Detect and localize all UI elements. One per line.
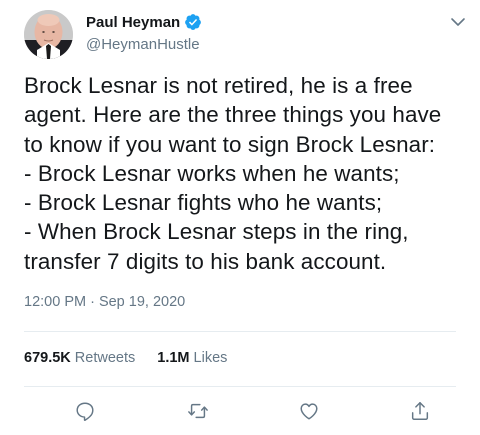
divider — [24, 331, 456, 332]
verified-badge-icon — [184, 13, 202, 31]
tweet-text-line: agent. Here are the three things you hav… — [24, 102, 442, 128]
tweet-text-line: - When Brock Lesnar steps in the ring, — [24, 219, 409, 245]
retweet-icon[interactable] — [187, 400, 209, 422]
tweet-timestamp[interactable]: 12:00 PM · Sep 19, 2020 — [24, 294, 185, 310]
tweet-text-line: - Brock Lesnar fights who he wants; — [24, 190, 383, 216]
share-icon[interactable] — [409, 400, 431, 422]
likes-label: Likes — [193, 350, 228, 366]
engagement-stats: 679.5K Retweets 1.1M Likes — [24, 350, 227, 366]
tweet-text-line: to know if you want to sign Brock Lesnar… — [24, 131, 436, 157]
divider — [24, 386, 456, 387]
avatar-photo-icon — [24, 10, 73, 59]
user-handle[interactable]: @HeymanHustle — [86, 36, 200, 53]
chevron-down-icon[interactable] — [448, 12, 468, 32]
tweet-card: Paul Heyman @HeymanHustle Brock Lesnar i… — [0, 0, 480, 435]
tweet-text-line: transfer 7 digits to his bank account. — [24, 248, 387, 274]
action-bar — [0, 400, 480, 424]
tweet-text-line: - Brock Lesnar works when he wants; — [24, 160, 400, 186]
retweets-count: 679.5K — [24, 350, 71, 366]
author-name-row[interactable]: Paul Heyman — [86, 13, 202, 31]
retweets-stat[interactable]: 679.5K Retweets — [24, 350, 135, 366]
retweets-label: Retweets — [74, 350, 136, 366]
reply-icon[interactable] — [74, 400, 96, 422]
display-name[interactable]: Paul Heyman — [86, 14, 180, 31]
tweet-text-line: Brock Lesnar is not retired, he is a fre… — [24, 73, 413, 98]
likes-count: 1.1M — [157, 350, 190, 366]
likes-stat[interactable]: 1.1M Likes — [157, 350, 227, 366]
like-icon[interactable] — [298, 400, 320, 422]
tweet-text: Brock Lesnar is not retired, he is a fre… — [24, 71, 474, 276]
avatar[interactable] — [24, 10, 73, 59]
